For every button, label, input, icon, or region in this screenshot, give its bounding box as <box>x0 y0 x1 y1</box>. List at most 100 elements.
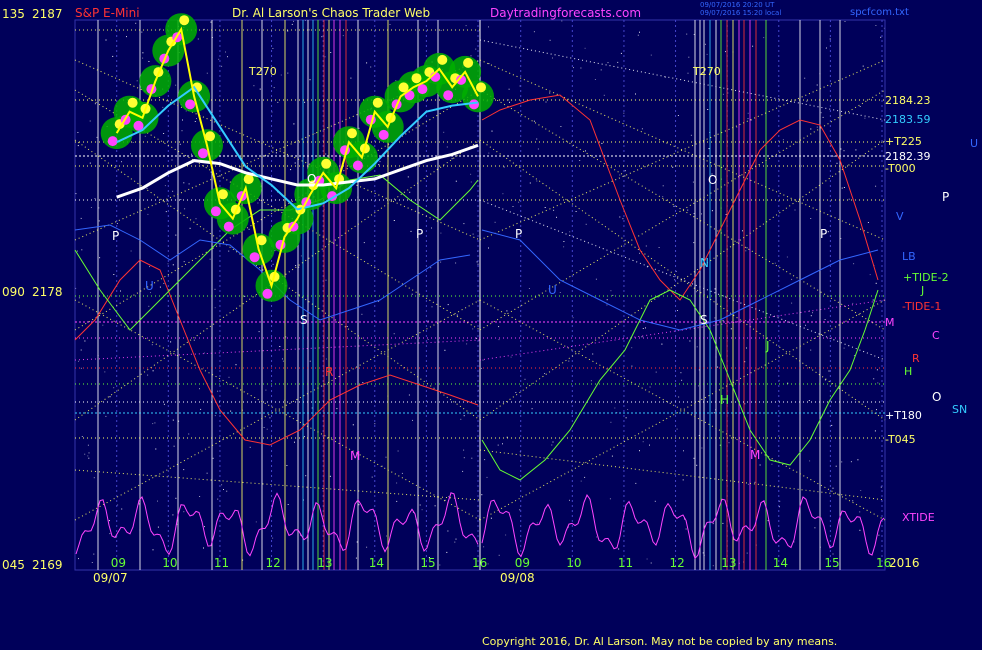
star-dot <box>378 164 380 166</box>
star-dot <box>155 448 157 450</box>
star-dot <box>503 166 505 168</box>
star-dot <box>165 211 167 213</box>
star-dot <box>98 207 100 209</box>
lattice-line <box>479 139 886 421</box>
star-dot <box>880 36 882 38</box>
star-dot <box>147 213 149 215</box>
star-dot <box>596 536 598 538</box>
star-dot <box>603 94 605 96</box>
level-label: U <box>970 137 978 150</box>
star-dot <box>698 385 699 387</box>
star-dot <box>456 314 458 316</box>
lattice-line <box>479 39 886 121</box>
star-dot <box>786 256 788 258</box>
lattice-line <box>479 299 886 521</box>
star-dot <box>612 294 614 296</box>
y-code-mid: 090 <box>2 285 25 299</box>
x-tick-label: 13 <box>721 556 736 570</box>
star-dot <box>874 430 876 432</box>
date-label-2: 09/08 <box>500 571 535 585</box>
star-dot <box>607 62 609 64</box>
star-dot <box>470 173 472 175</box>
star-dot <box>401 472 403 474</box>
star-dot <box>855 149 857 151</box>
star-dot <box>725 51 726 53</box>
star-dot <box>195 218 197 220</box>
star-dot <box>876 369 878 371</box>
star-dot <box>440 29 442 31</box>
star-dot <box>132 142 134 143</box>
event-marker: O <box>708 173 717 187</box>
chaos-trader-chart: 09 0910 1011 1112 1213 1314 1415 1516 162184.232… <box>2 1 978 648</box>
star-dot <box>272 537 274 539</box>
star-dot <box>470 181 472 183</box>
star-dot <box>585 150 586 152</box>
star-dot <box>446 146 448 148</box>
star-dot <box>877 382 879 384</box>
star-dot <box>687 72 689 74</box>
star-dot <box>175 497 177 499</box>
lattice-line <box>479 199 886 361</box>
star-dot <box>112 55 114 57</box>
star-dot <box>272 48 274 49</box>
star-dot <box>439 564 441 566</box>
star-dot <box>440 232 442 234</box>
red-tide-curve-2 <box>481 94 879 301</box>
star-dot <box>203 352 205 354</box>
x-tick-label: 10 <box>566 556 581 570</box>
star-dot <box>722 522 724 524</box>
star-dot <box>248 228 250 230</box>
star-dot <box>294 441 295 443</box>
star-dot <box>498 339 500 341</box>
star-dot <box>275 152 277 154</box>
blue-curve-2 <box>481 229 879 331</box>
star-dot <box>873 378 875 380</box>
star-dot <box>533 31 535 33</box>
star-dot <box>841 461 843 463</box>
star-dot <box>142 57 144 59</box>
level-label: 2183.59 <box>885 113 931 126</box>
star-dot <box>84 340 86 342</box>
star-dot <box>594 79 596 80</box>
star-dot <box>102 324 104 326</box>
low-dot <box>352 160 363 171</box>
star-dot <box>325 153 327 155</box>
star-dot <box>105 39 107 41</box>
star-dot <box>875 25 877 26</box>
star-dot <box>655 371 657 373</box>
star-dot <box>94 198 96 199</box>
level-label: +T225 <box>885 135 922 148</box>
star-dot <box>488 26 489 28</box>
star-dot <box>78 297 80 299</box>
star-dot <box>828 370 830 372</box>
star-dot <box>488 63 490 65</box>
star-dot <box>170 341 172 343</box>
star-dot <box>451 158 453 160</box>
star-dot <box>559 292 561 293</box>
star-dot <box>827 231 829 233</box>
star-dot <box>736 126 738 128</box>
star-dot <box>826 47 827 49</box>
event-marker: M <box>350 449 360 463</box>
star-dot <box>488 152 490 154</box>
site-link[interactable]: Daytradingforecasts.com <box>490 6 641 20</box>
star-dot <box>214 415 216 417</box>
star-dot <box>78 558 79 560</box>
star-dot <box>81 436 83 437</box>
star-dot <box>466 343 468 345</box>
star-dot <box>498 326 500 328</box>
star-dot <box>409 191 411 193</box>
star-dot <box>217 390 219 392</box>
star-dot <box>230 410 232 412</box>
star-dot <box>157 526 159 528</box>
star-dot <box>419 504 421 506</box>
star-dot <box>563 246 565 248</box>
year-label: 2016 <box>889 556 920 570</box>
star-dot <box>217 498 219 500</box>
y-price-mid: 2178 <box>32 285 63 299</box>
x-tick-label: 09 <box>111 556 126 570</box>
star-dot <box>552 441 554 443</box>
star-dot <box>853 263 855 265</box>
star-dot <box>475 48 477 50</box>
star-dot <box>771 463 773 465</box>
